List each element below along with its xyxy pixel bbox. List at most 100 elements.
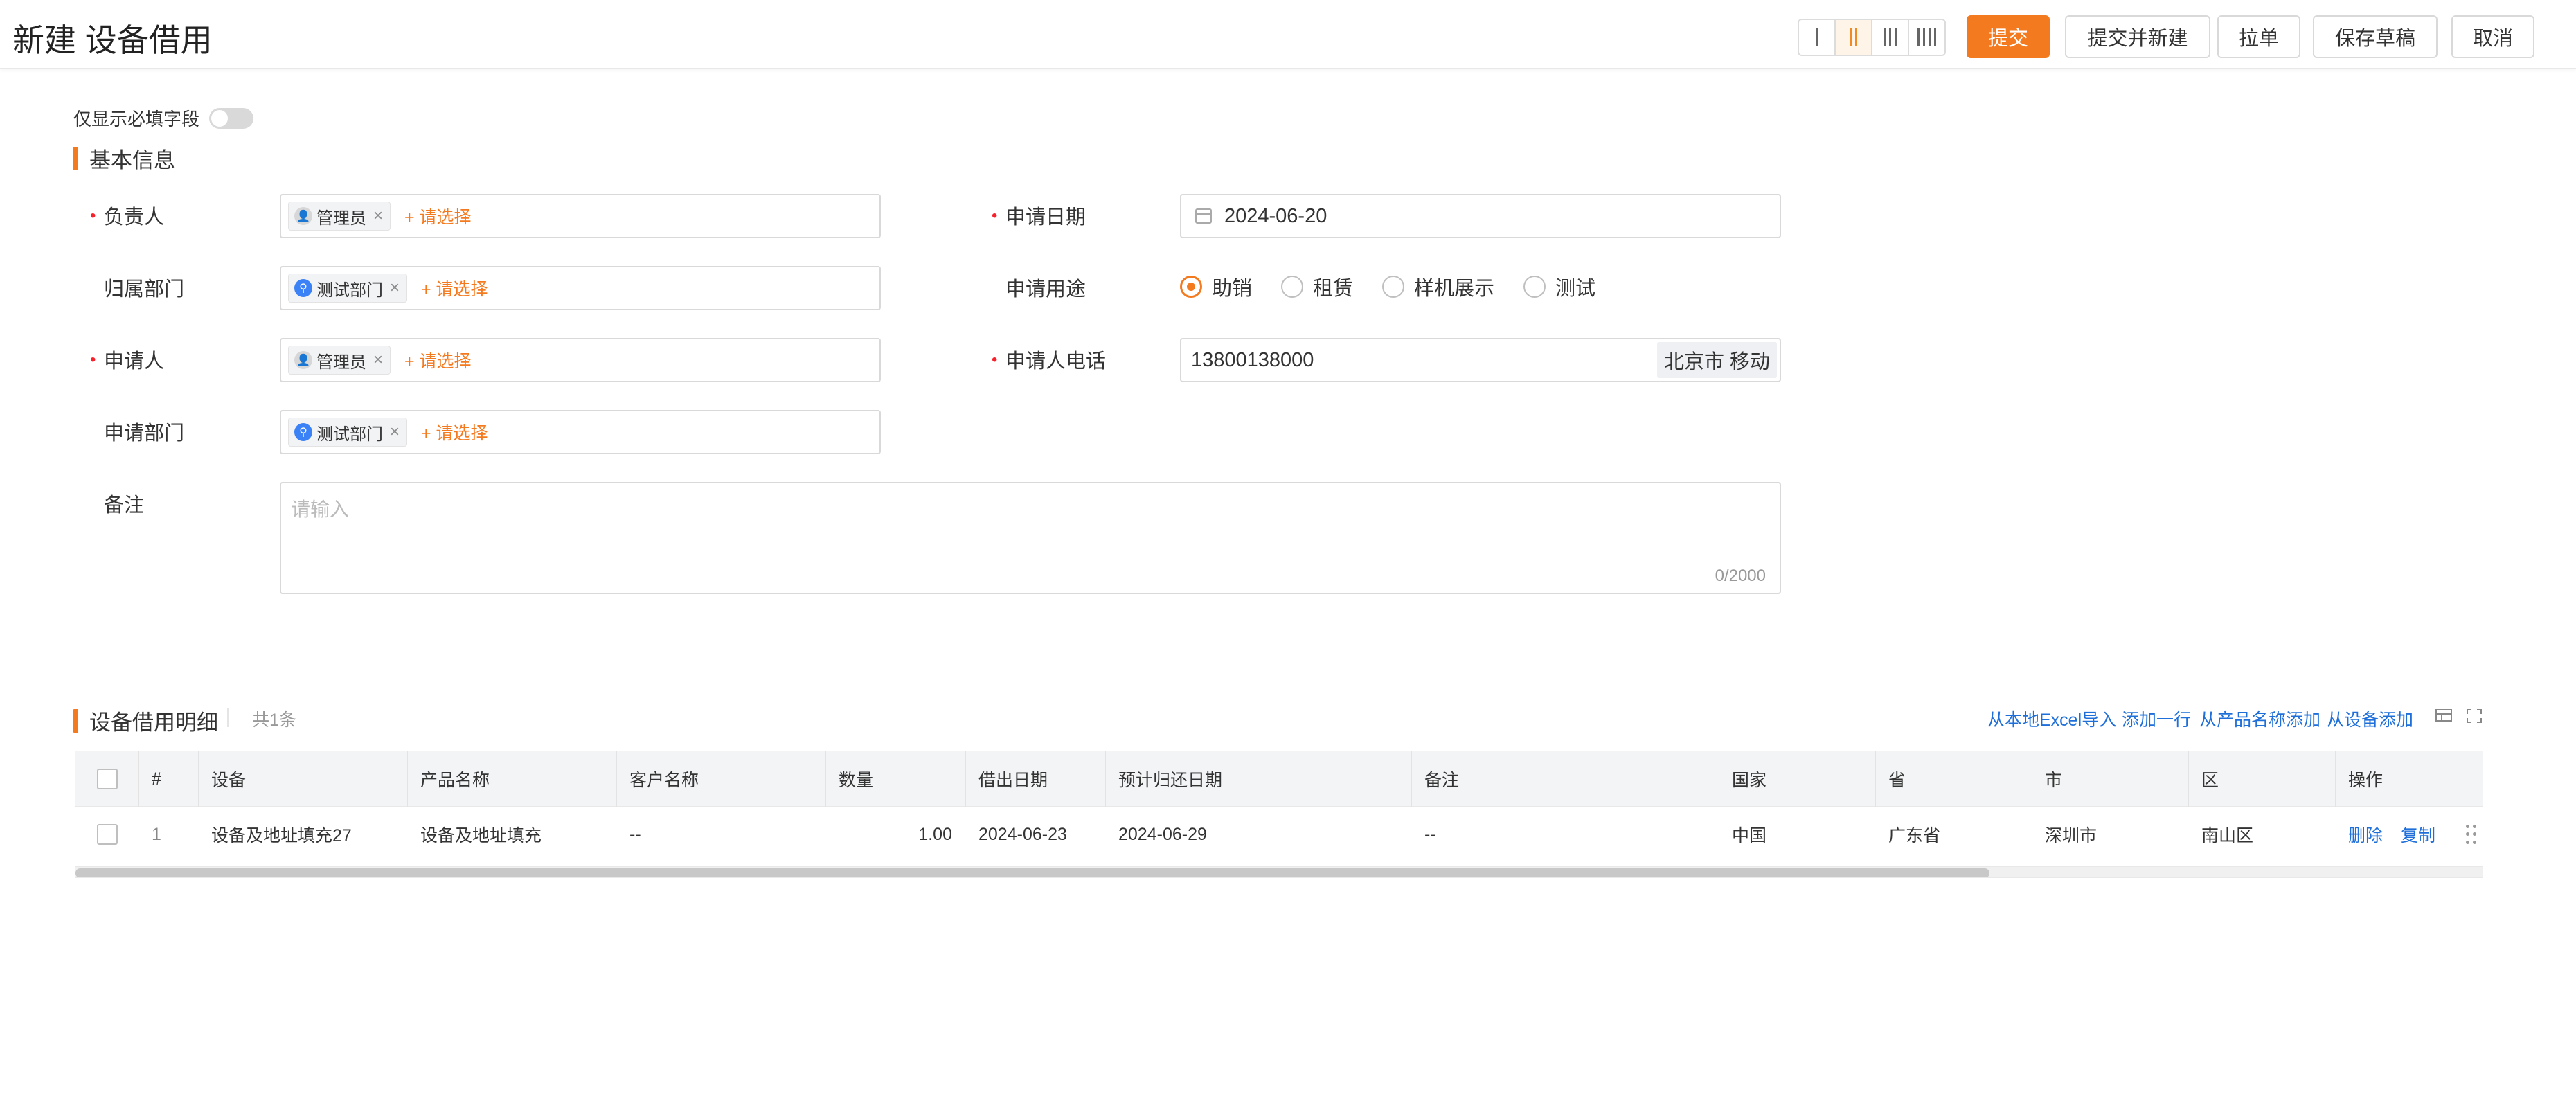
row-index: 1	[152, 824, 161, 844]
applicant-add-link[interactable]: + 请选择	[404, 348, 472, 373]
radio-icon	[1281, 276, 1304, 298]
pull-order-button[interactable]: 拉单	[2217, 15, 2300, 58]
layout-1-column-button[interactable]	[1799, 20, 1836, 55]
add-by-product-link[interactable]: 从产品名称添加	[2199, 706, 2320, 731]
col-lend-date: 借出日期	[966, 751, 1106, 807]
fullscreen-icon[interactable]	[2465, 708, 2483, 724]
save-draft-button[interactable]: 保存草稿	[2313, 15, 2438, 58]
four-column-icon	[1917, 28, 1936, 46]
layout-3-column-button[interactable]	[1872, 20, 1909, 55]
purpose-option-promo[interactable]: 助销	[1180, 272, 1252, 301]
radio-icon	[1382, 276, 1405, 298]
purpose-label: 申请用途	[1005, 278, 1086, 301]
remove-tag-icon[interactable]: ×	[373, 350, 383, 370]
applicant-dept-tag-label: 测试部门	[316, 424, 383, 444]
owner-dept-add-link[interactable]: + 请选择	[421, 276, 488, 301]
apply-date-value: 2024-06-20	[1224, 204, 1327, 227]
applicant-dept-add-link[interactable]: + 请选择	[421, 420, 488, 445]
section-basic-info-title: 基本信息	[89, 148, 175, 172]
col-district: 区	[2189, 751, 2336, 807]
purpose-option-label: 测试	[1555, 278, 1596, 300]
applicant-dept-label: 申请部门	[104, 422, 185, 445]
purpose-option-demo[interactable]: 样机展示	[1382, 272, 1494, 301]
radio-icon	[1523, 276, 1546, 298]
cancel-button[interactable]: 取消	[2451, 15, 2534, 58]
remove-tag-icon[interactable]: ×	[390, 422, 400, 442]
add-by-device-link[interactable]: 从设备添加	[2327, 706, 2413, 731]
drag-handle-icon[interactable]	[2466, 825, 2477, 845]
layout-4-column-button[interactable]	[1909, 20, 1944, 55]
one-column-icon	[1816, 28, 1818, 46]
phone-field[interactable]: 13800138000 北京市 移动	[1180, 338, 1781, 382]
select-all-checkbox[interactable]	[96, 769, 118, 789]
row-lend-date[interactable]: 2024-06-23	[966, 807, 1106, 862]
select-all-cell	[75, 751, 139, 807]
section-detail-title: 设备借用明细	[89, 710, 218, 735]
owner-dept-field[interactable]: ⚲ 测试部门 × + 请选择	[280, 266, 881, 310]
row-product[interactable]: 设备及地址填充	[408, 807, 617, 862]
divider	[227, 708, 229, 727]
applicant-field[interactable]: 👤 管理员 × + 请选择	[280, 338, 881, 382]
applicant-dept-field[interactable]: ⚲ 测试部门 × + 请选择	[280, 410, 881, 454]
user-avatar-icon: 👤	[294, 207, 312, 225]
submit-button[interactable]: 提交	[1967, 15, 2050, 58]
row-quantity[interactable]: 1.00	[826, 807, 966, 862]
add-row-link[interactable]: 添加一行	[2122, 706, 2191, 731]
required-only-switch[interactable]	[209, 107, 254, 129]
scrollbar-thumb[interactable]	[75, 868, 1989, 877]
col-remark: 备注	[1412, 751, 1719, 807]
remark-textarea[interactable]: 请输入 0/2000	[280, 482, 1781, 594]
layout-2-column-button[interactable]	[1836, 20, 1872, 55]
horizontal-scrollbar[interactable]	[75, 866, 2483, 877]
section-detail: 设备借用明细	[73, 705, 218, 736]
three-column-icon	[1884, 28, 1897, 46]
detail-row-count: 共1条	[252, 710, 296, 730]
section-accent-bar	[73, 708, 78, 733]
row-country[interactable]: 中国	[1719, 807, 1876, 862]
required-mark: •	[90, 350, 96, 369]
required-mark: •	[992, 206, 998, 225]
col-country: 国家	[1719, 751, 1876, 807]
col-province: 省	[1876, 751, 2032, 807]
purpose-option-test[interactable]: 测试	[1523, 272, 1595, 301]
apply-date-field[interactable]: 2024-06-20	[1180, 194, 1781, 238]
col-index: #	[139, 751, 199, 807]
row-district[interactable]: 南山区	[2189, 807, 2336, 862]
applicant-dept-tag: ⚲ 测试部门 ×	[288, 418, 408, 447]
two-column-icon	[1850, 28, 1857, 46]
column-settings-icon[interactable]	[2435, 708, 2453, 724]
row-delete-link[interactable]: 删除	[2348, 822, 2383, 847]
purpose-option-label: 租赁	[1313, 278, 1354, 300]
phone-value: 13800138000	[1191, 348, 1314, 371]
owner-dept-label: 归属部门	[104, 278, 185, 301]
section-basic-info: 基本信息	[73, 143, 175, 174]
purpose-option-rent[interactable]: 租赁	[1281, 272, 1353, 301]
import-excel-link[interactable]: 从本地Excel导入	[1987, 706, 2116, 731]
remove-tag-icon[interactable]: ×	[373, 206, 383, 226]
col-city: 市	[2032, 751, 2189, 807]
apply-date-label: • 申请日期	[992, 194, 1086, 237]
col-device: 设备	[199, 751, 408, 807]
phone-label: • 申请人电话	[992, 338, 1106, 381]
purpose-option-label: 助销	[1212, 278, 1253, 300]
row-return-date[interactable]: 2024-06-29	[1106, 807, 1412, 862]
owner-label-text: 负责人	[104, 206, 165, 229]
row-copy-link[interactable]: 复制	[2401, 822, 2435, 847]
department-icon: ⚲	[294, 423, 312, 441]
submit-and-new-button[interactable]: 提交并新建	[2065, 15, 2210, 58]
row-city[interactable]: 深圳市	[2032, 807, 2189, 862]
owner-add-link[interactable]: + 请选择	[404, 204, 472, 229]
row-remark[interactable]: --	[1412, 807, 1719, 862]
row-actions: 删除 复制	[2336, 807, 2483, 862]
calendar-icon	[1195, 208, 1212, 224]
row-province[interactable]: 广东省	[1876, 807, 2032, 862]
page-header: 新建 设备借用 提交 提交并新建 拉单 保存草稿 取消	[0, 0, 2576, 69]
row-device[interactable]: 设备及地址填充27	[199, 807, 408, 862]
row-select-cell	[75, 807, 139, 862]
col-return-date: 预计归还日期	[1106, 751, 1412, 807]
applicant-tag-label: 管理员	[316, 352, 366, 372]
row-customer[interactable]: --	[617, 807, 826, 862]
owner-field[interactable]: 👤 管理员 × + 请选择	[280, 194, 881, 238]
remove-tag-icon[interactable]: ×	[390, 278, 400, 298]
row-checkbox[interactable]	[97, 824, 118, 845]
